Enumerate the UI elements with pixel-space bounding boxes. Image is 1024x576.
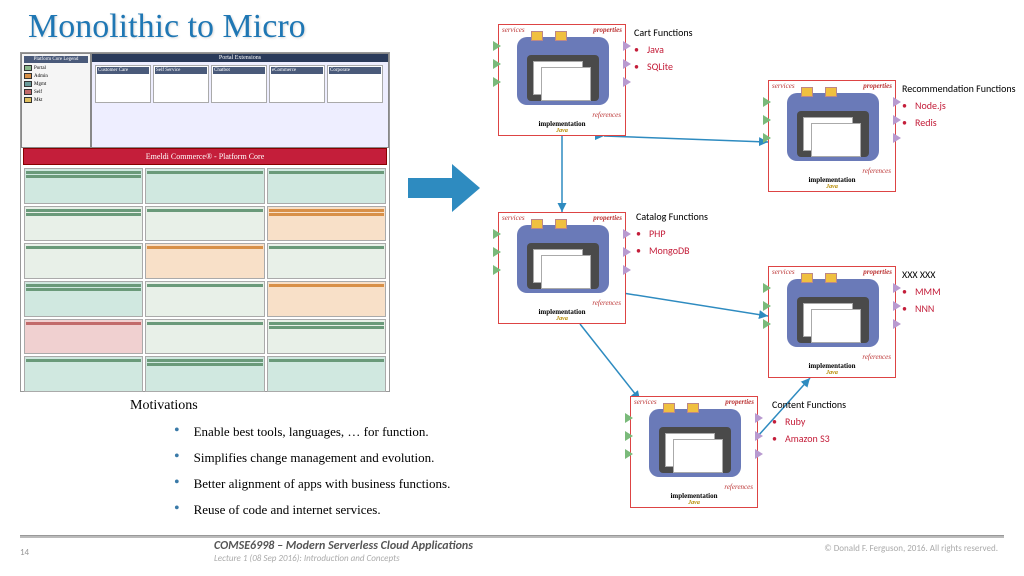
fn-cart-label: Cart Functions Java SQLite	[634, 26, 693, 77]
course-footer: COMSE6998 – Modern Serverless Cloud Appl…	[214, 539, 473, 564]
svc-label: services	[502, 26, 525, 34]
fn-item: SQLite	[634, 60, 693, 73]
motivation-item: Better alignment of apps with business f…	[130, 476, 590, 492]
legend-title: Platform Core Legend	[24, 56, 88, 63]
core-header: Emeldi Commerce® - Platform Core	[23, 148, 387, 165]
impl-lang: Java	[499, 128, 625, 134]
impl-label: implementation	[538, 120, 585, 128]
fn-xxx-label: XXX XXX MMMNNN	[902, 268, 941, 319]
microservice-content: servicesproperties references implementa…	[630, 396, 758, 508]
prop-label: properties	[593, 26, 622, 34]
microservice-reco: servicesproperties references implementa…	[768, 80, 896, 192]
footer-divider	[20, 536, 1004, 538]
transition-arrow-icon	[408, 164, 480, 212]
microservice-cart: services properties references implementa…	[498, 24, 626, 136]
motivations-header: Motivations	[130, 398, 590, 414]
core-body	[21, 165, 389, 395]
fn-catalog-label: Catalog Functions PHPMongoDB	[636, 210, 708, 261]
slide-title: Monolithic to Micro	[28, 8, 306, 46]
microservice-xxx: servicesproperties references implementa…	[768, 266, 896, 378]
motivation-item: Simplifies change management and evoluti…	[130, 450, 590, 466]
fn-content-label: Content Functions RubyAmazon S3	[772, 398, 846, 449]
lecture-subtitle: Lecture 1 (08 Sep 2016): Introduction an…	[214, 553, 473, 564]
motivation-item: Reuse of code and internet services.	[130, 502, 590, 518]
monolith-diagram: Platform Core Legend Portal Admin Mgmt S…	[20, 52, 390, 392]
fn-title: Cart Functions	[634, 26, 693, 39]
fn-reco-label: Recommendation Functions Node.jsRedis	[902, 82, 1020, 133]
course-title: COMSE6998 – Modern Serverless Cloud Appl…	[214, 539, 473, 553]
motivations-block: Motivations Enable best tools, languages…	[130, 398, 590, 528]
portal-ext-header: Portal Extensions	[92, 54, 388, 62]
portal-extensions: Portal Extensions Customer Care Self Ser…	[91, 53, 389, 148]
copyright: © Donald F. Ferguson, 2016. All rights r…	[824, 543, 998, 554]
motivation-item: Enable best tools, languages, … for func…	[130, 424, 590, 440]
microservice-catalog: servicesproperties references implementa…	[498, 212, 626, 324]
fn-item: Java	[634, 43, 693, 56]
legend-box: Platform Core Legend Portal Admin Mgmt S…	[21, 53, 91, 148]
page-number: 14	[20, 547, 29, 558]
ref-label: references	[592, 111, 621, 119]
